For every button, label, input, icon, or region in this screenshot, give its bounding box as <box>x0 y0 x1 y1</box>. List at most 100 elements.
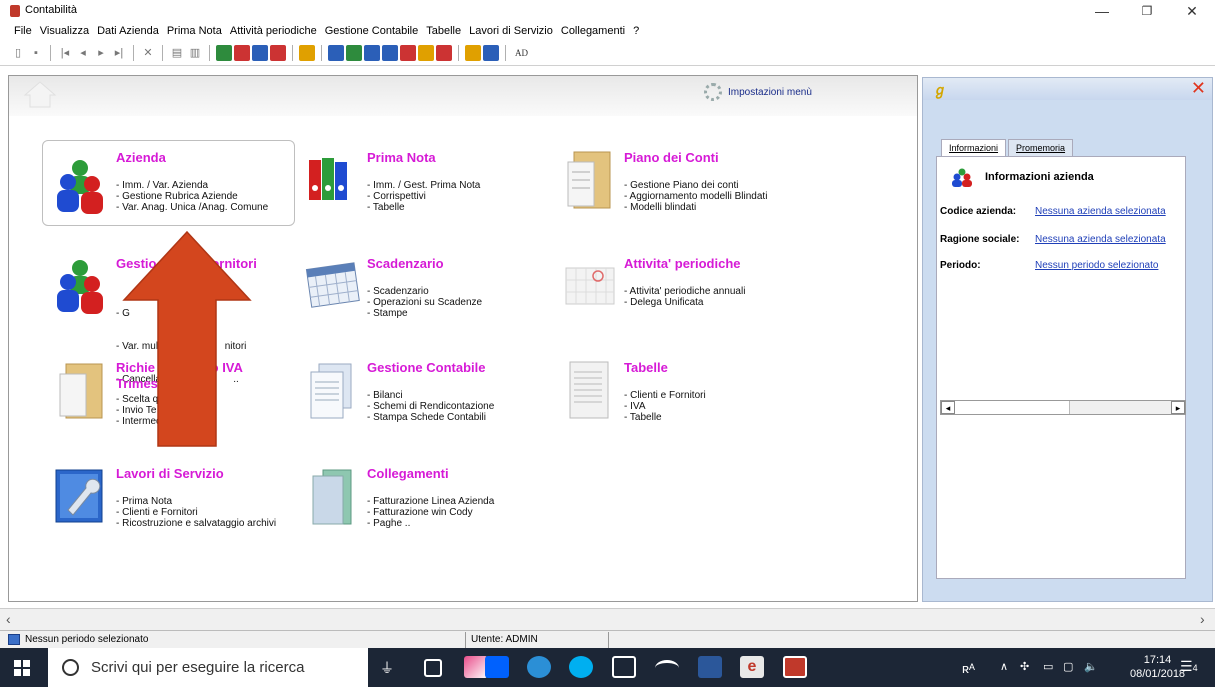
card-link[interactable]: - Clienti e Fornitori <box>624 390 706 401</box>
card-link[interactable]: - Imm. / Gest. Prima Nota <box>367 180 480 191</box>
word-icon[interactable] <box>328 44 344 61</box>
help-icon[interactable] <box>299 44 315 61</box>
menu-prima-nota[interactable]: Prima Nota <box>163 22 226 40</box>
taskbar-search[interactable]: Scrivi qui per eseguire la ricerca <box>48 648 368 687</box>
card-link[interactable]: - Imm. / Var. Azienda <box>116 180 268 191</box>
close-button[interactable]: ✕ <box>1169 0 1215 22</box>
first-record-icon[interactable]: |◂ <box>57 45 73 61</box>
card-link[interactable]: - Prima Nota <box>116 496 276 507</box>
card-link[interactable]: - Fatturazione win Cody <box>367 507 494 518</box>
card-link[interactable]: - Fatturazione Linea Azienda <box>367 496 494 507</box>
windows-start-icon[interactable] <box>14 660 30 676</box>
menu-visualizza[interactable]: Visualizza <box>36 22 93 40</box>
run-icon[interactable] <box>234 44 250 61</box>
scroll-left-icon[interactable]: ‹ <box>6 611 11 627</box>
card-link[interactable]: - Attivita' periodiche annuali <box>624 286 745 297</box>
close-panel-icon[interactable]: ✕ <box>1191 78 1206 99</box>
card-link[interactable]: - Var. Anag. Unica /Anag. Comune <box>116 202 268 213</box>
card-link[interactable]: - Gestione Rubrica Aziende <box>116 191 268 202</box>
panel-icon[interactable] <box>252 44 268 61</box>
teamviewer-icon[interactable] <box>527 656 551 678</box>
dropbox-tray-icon[interactable]: ✣ <box>1020 660 1029 673</box>
network-tray-icon[interactable]: ▭ <box>1043 660 1053 673</box>
minimize-button[interactable]: — <box>1079 0 1125 22</box>
home-icon[interactable] <box>23 80 57 108</box>
dropbox-icon[interactable] <box>485 656 509 678</box>
card-link[interactable]: - Clienti e Fornitori <box>116 507 276 518</box>
document-icon[interactable] <box>400 44 416 61</box>
calculator-icon[interactable] <box>216 44 232 61</box>
info-value-link[interactable]: Nessun periodo selezionato <box>1035 260 1158 271</box>
skype-icon[interactable] <box>569 656 593 678</box>
tray-user-icon[interactable]: ʀᴬ <box>962 661 975 676</box>
tab-informazioni[interactable]: Informazioni <box>941 139 1007 156</box>
info-value-link[interactable]: Nessuna azienda selezionata <box>1035 234 1166 245</box>
display-tray-icon[interactable]: ▢ <box>1063 660 1073 673</box>
menu-collegamenti[interactable]: Collegamenti <box>557 22 629 40</box>
wizard-icon[interactable] <box>483 44 499 61</box>
card-link[interactable]: - Paghe .. <box>367 518 494 529</box>
menu-gestione-contabile[interactable]: Gestione Contabile <box>321 22 423 40</box>
card-link[interactable]: - Stampa Schede Contabili <box>367 412 494 423</box>
card-link[interactable]: - Scadenzario <box>367 286 482 297</box>
card-link[interactable]: - Stampe <box>367 308 482 319</box>
card-link[interactable]: - Bilanci <box>367 390 494 401</box>
info-value-link[interactable]: Nessuna azienda selezionata <box>1035 206 1166 217</box>
menu-dati-azienda[interactable]: Dati Azienda <box>93 22 163 40</box>
volume-icon[interactable]: 🔈 <box>1084 660 1098 673</box>
save-icon[interactable]: ▪ <box>28 45 44 61</box>
bookmark-icon[interactable] <box>270 44 286 61</box>
card-lines: - Gestione Piano dei conti - Aggiornamen… <box>624 180 767 213</box>
next-record-icon[interactable]: ▸ <box>93 45 109 61</box>
card-link[interactable]: - Modelli blindati <box>624 202 767 213</box>
last-record-icon[interactable]: ▸| <box>111 45 127 61</box>
menu-settings-link[interactable]: Impostazioni menù <box>704 83 812 101</box>
card-link[interactable]: - Aggiornamento modelli Blindati <box>624 191 767 202</box>
maximize-button[interactable]: ❐ <box>1124 0 1170 22</box>
scroll-right-button[interactable]: ▸ <box>1171 401 1185 414</box>
card-link[interactable]: - Tabelle <box>624 412 706 423</box>
menu-file[interactable]: File <box>10 22 36 40</box>
menu-lavori-servizio[interactable]: Lavori di Servizio <box>465 22 557 40</box>
menu-attivita-periodiche[interactable]: Attività periodiche <box>226 22 321 40</box>
dt-icon[interactable] <box>418 44 434 61</box>
microphone-icon[interactable]: ⏚ <box>380 658 394 676</box>
card-link[interactable]: - Corrispettivi <box>367 191 480 202</box>
menu-tabelle[interactable]: Tabelle <box>422 22 465 40</box>
scroll-left-button[interactable]: ◂ <box>941 401 955 414</box>
card-link[interactable]: - IVA <box>624 401 706 412</box>
window-app-icon[interactable] <box>612 656 636 678</box>
task-view-icon[interactable] <box>424 659 442 677</box>
wifi-icon[interactable] <box>655 660 679 676</box>
browser-icon[interactable] <box>364 44 380 61</box>
contabilita-app-icon[interactable] <box>783 656 807 678</box>
print-icon[interactable]: ▤ <box>169 45 185 61</box>
tools-icon[interactable] <box>465 44 481 61</box>
menu-help[interactable]: ? <box>629 22 643 40</box>
delete-icon[interactable]: ✕ <box>140 45 156 61</box>
ad-button[interactable]: AD <box>512 48 531 58</box>
card-link[interactable]: - Schemi di Rendicontazione <box>367 401 494 412</box>
previous-record-icon[interactable]: ◂ <box>75 45 91 61</box>
taskbar-clock[interactable]: 17:14 08/01/2018 <box>1130 653 1185 681</box>
font-icon[interactable] <box>436 44 452 61</box>
browser-icon[interactable]: e <box>740 656 764 678</box>
tab-promemoria[interactable]: Promemoria <box>1008 139 1074 156</box>
notifications-icon[interactable]: ☰4 <box>1180 658 1200 678</box>
card-link[interactable]: - Ricostruzione e salvataggio archivi <box>116 518 276 529</box>
mail-icon[interactable] <box>382 44 398 61</box>
word-icon[interactable] <box>698 656 722 678</box>
main-scrollbar[interactable]: ‹ › <box>0 608 1215 630</box>
scroll-thumb[interactable] <box>955 401 1070 414</box>
tray-chevron-icon[interactable]: ∧ <box>1000 660 1008 673</box>
new-icon[interactable]: ▯ <box>10 45 26 61</box>
card-link[interactable]: - Delega Unificata <box>624 297 745 308</box>
card-link[interactable]: - Tabelle <box>367 202 480 213</box>
print-preview-icon[interactable]: ▥ <box>187 45 203 61</box>
people-icon <box>57 260 103 314</box>
scroll-right-icon[interactable]: › <box>1200 611 1205 627</box>
card-link[interactable]: - Gestione Piano dei conti <box>624 180 767 191</box>
info-scrollbar[interactable]: ◂ ▸ <box>940 400 1186 415</box>
card-link[interactable]: - Operazioni su Scadenze <box>367 297 482 308</box>
excel-icon[interactable] <box>346 44 362 61</box>
